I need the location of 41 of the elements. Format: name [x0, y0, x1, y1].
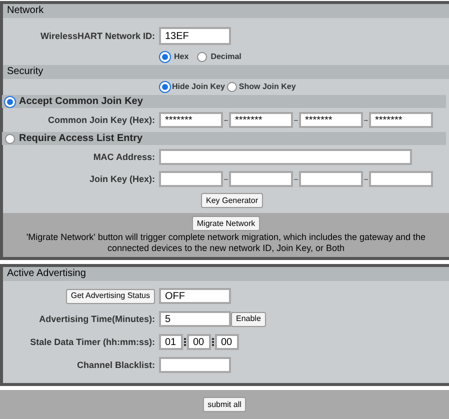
get-status-button[interactable]: Get Advertising Status: [66, 288, 155, 304]
input-field[interactable]: 00: [187, 334, 211, 350]
key-generator-button[interactable]: Key Generator: [200, 193, 264, 208]
field-label: Channel Blacklist:: [76, 360, 155, 370]
field-label: Join Key (Hex):: [89, 174, 155, 184]
submit-all-button[interactable]: submit all: [202, 397, 246, 412]
field-label: WirelessHART Network ID:: [40, 31, 155, 41]
input-field[interactable]: *******: [369, 112, 433, 128]
input-field[interactable]: [159, 149, 412, 165]
input-field[interactable]: [369, 171, 433, 187]
input-field[interactable]: 01: [159, 334, 183, 350]
radio-label: Hex: [174, 51, 189, 63]
section-header: Security: [3, 65, 449, 79]
input-field[interactable]: [229, 171, 293, 187]
input-field[interactable]: *******: [159, 112, 223, 128]
field-label: Stale Data Timer (hh:mm:ss):: [30, 337, 155, 347]
radio-button[interactable]: [5, 134, 15, 144]
section-header: Network: [3, 4, 449, 18]
radio-label: Decimal: [210, 51, 242, 63]
input-field[interactable]: OFF: [159, 288, 231, 304]
migrate-note: 'Migrate Network' button will trigger complete network migration, which includes the gateway and the connected devices to the new network ID, Join Key, or Both: [25, 232, 427, 254]
radio-label: Hide Join Key: [172, 81, 225, 93]
radio-button[interactable]: [226, 82, 237, 92]
input-field[interactable]: 00: [215, 334, 239, 350]
field-label: Common Join Key (Hex):: [48, 115, 155, 125]
input-field[interactable]: 5: [159, 311, 231, 327]
option-label: Accept Common Join Key: [19, 95, 143, 109]
input-field[interactable]: [159, 171, 223, 187]
input-field[interactable]: *******: [229, 112, 293, 128]
migrate-network-button[interactable]: Migrate Network: [192, 216, 260, 231]
field-label: MAC Address:: [93, 152, 155, 162]
option-label: Require Access List Entry: [19, 132, 143, 146]
enable-button[interactable]: Enable: [231, 312, 266, 326]
input-field[interactable]: *******: [299, 112, 363, 128]
field-label: Advertising Time(Minutes):: [39, 314, 155, 324]
input-field[interactable]: 13EF: [159, 27, 231, 45]
radio-label: Show Join Key: [238, 81, 296, 93]
radio-button[interactable]: [196, 52, 207, 62]
section-header: Active Advertising: [3, 267, 449, 281]
input-field[interactable]: [299, 171, 363, 187]
input-field[interactable]: [159, 357, 231, 373]
